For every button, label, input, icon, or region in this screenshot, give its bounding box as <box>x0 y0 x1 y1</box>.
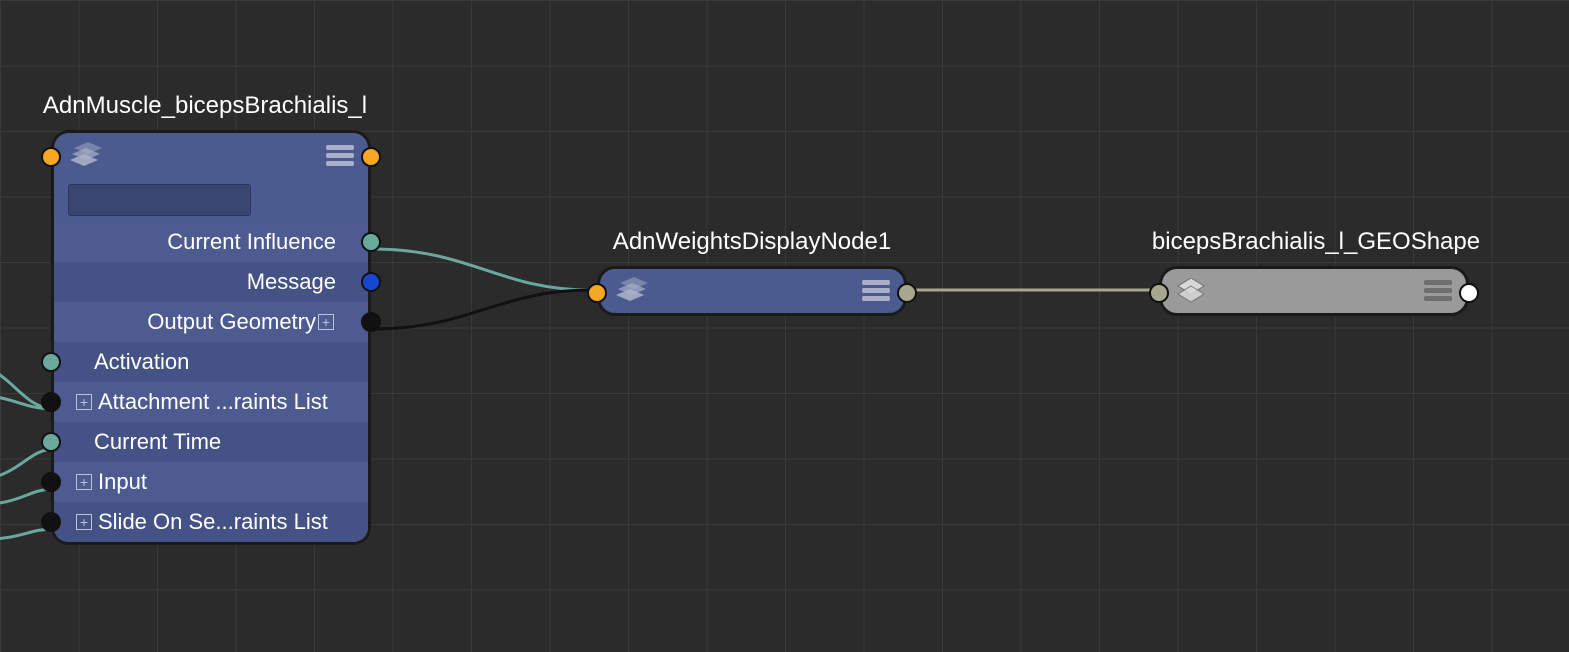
attr-label: Input <box>98 469 147 495</box>
port-muscle-out[interactable] <box>361 147 381 167</box>
node-graph-canvas[interactable]: AdnMuscle_bicepsBrachialis_l <box>0 0 1569 652</box>
attr-attachment-list[interactable]: + Attachment ...raints List <box>54 382 368 422</box>
node-header-shape[interactable] <box>1162 269 1466 313</box>
attr-label: Attachment ...raints List <box>98 389 328 415</box>
attr-current-time[interactable]: Current Time <box>54 422 368 462</box>
expand-icon[interactable]: + <box>76 474 92 490</box>
node-header-weights[interactable] <box>600 269 904 313</box>
attr-input[interactable]: + Input <box>54 462 368 502</box>
layers-icon <box>614 277 648 305</box>
port-attachment-list[interactable] <box>41 392 61 412</box>
port-current-influence[interactable] <box>361 232 381 252</box>
attr-slide-list[interactable]: + Slide On Se...raints List <box>54 502 368 542</box>
attr-label: Activation <box>94 349 189 375</box>
node-search-input[interactable] <box>68 184 251 216</box>
port-output-geometry[interactable] <box>361 312 381 332</box>
port-muscle-in[interactable] <box>41 147 61 167</box>
port-shape-out[interactable] <box>1459 283 1479 303</box>
node-weights[interactable] <box>597 266 907 316</box>
lines-icon <box>1424 280 1452 302</box>
expand-icon[interactable]: + <box>76 514 92 530</box>
lines-icon <box>326 145 354 167</box>
node-title-weights: AdnWeightsDisplayNode1 <box>613 228 891 256</box>
attr-activation[interactable]: Activation <box>54 342 368 382</box>
expand-icon[interactable]: + <box>318 314 334 330</box>
port-current-time[interactable] <box>41 432 61 452</box>
port-input[interactable] <box>41 472 61 492</box>
node-shape[interactable] <box>1159 266 1469 316</box>
attr-output-geometry[interactable]: Output Geometry + <box>54 302 368 342</box>
attr-current-influence[interactable]: Current Influence <box>54 222 368 262</box>
node-header-muscle[interactable] <box>54 133 368 178</box>
port-slide-list[interactable] <box>41 512 61 532</box>
diamond-layers-icon <box>1176 278 1206 304</box>
attr-label: Slide On Se...raints List <box>98 509 328 535</box>
attr-label: Message <box>247 269 336 295</box>
node-title-shape: bicepsBrachialis_l_GEOShape <box>1152 228 1480 256</box>
port-weights-in[interactable] <box>587 283 607 303</box>
lines-icon <box>862 280 890 302</box>
attr-label: Output Geometry <box>147 309 316 335</box>
node-muscle[interactable]: Current Influence Message Output Geometr… <box>51 130 371 545</box>
expand-icon[interactable]: + <box>76 394 92 410</box>
port-shape-in[interactable] <box>1149 283 1169 303</box>
attr-message[interactable]: Message <box>54 262 368 302</box>
port-weights-out[interactable] <box>897 283 917 303</box>
port-activation[interactable] <box>41 352 61 372</box>
attr-label: Current Time <box>94 429 221 455</box>
port-message[interactable] <box>361 272 381 292</box>
layers-icon <box>68 142 102 170</box>
node-title-muscle: AdnMuscle_bicepsBrachialis_l <box>43 92 367 120</box>
attr-label: Current Influence <box>167 229 336 255</box>
